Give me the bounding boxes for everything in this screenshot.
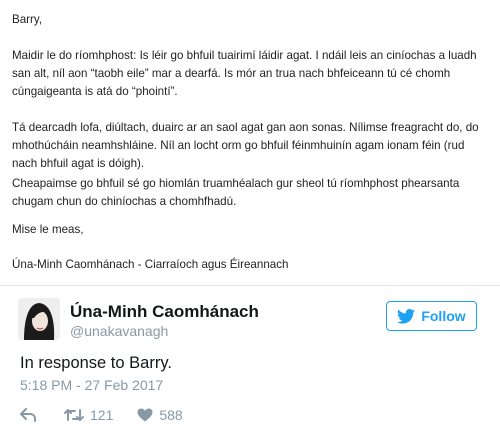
user-handle[interactable]: @unakavanagh: [70, 322, 168, 340]
like-button[interactable]: 588: [137, 407, 183, 423]
avatar[interactable]: [18, 298, 60, 340]
avatar-image: [18, 298, 60, 340]
letter-closing: Mise le meas,: [12, 223, 84, 236]
reply-button[interactable]: [20, 408, 36, 422]
like-icon: [137, 408, 153, 422]
tweet-timestamp[interactable]: 5:18 PM - 27 Feb 2017: [20, 376, 163, 394]
letter-signature: Úna-Minh Caomhánach - Ciarraíoch agus Éi…: [12, 258, 289, 271]
letter-paragraph-2: Tá dearcadh lofa, diúltach, duairc ar an…: [12, 121, 479, 170]
follow-label: Follow: [421, 308, 466, 324]
user-display-name[interactable]: Úna-Minh Caomhánach: [70, 302, 259, 322]
tweet-text: In response to Barry.: [20, 354, 172, 372]
retweet-count: 121: [90, 407, 114, 423]
letter-paragraph-1: Maidir le do ríomhphost: Is léir go bhfu…: [12, 49, 477, 98]
letter-paragraph-3: Cheapaimse go bhfuil sé go hiomlán truam…: [12, 177, 460, 208]
follow-button[interactable]: Follow: [386, 301, 477, 331]
letter-image: Barry, Maidir le do ríomhphost: Is léir …: [0, 0, 500, 286]
retweet-icon: [64, 409, 84, 421]
twitter-bird-icon: [397, 308, 416, 324]
like-count: 588: [159, 407, 183, 423]
reply-icon: [20, 408, 36, 422]
tweet-actions: 121 588: [20, 404, 183, 426]
letter-greeting: Barry,: [12, 13, 43, 26]
retweet-button[interactable]: 121: [64, 407, 113, 423]
